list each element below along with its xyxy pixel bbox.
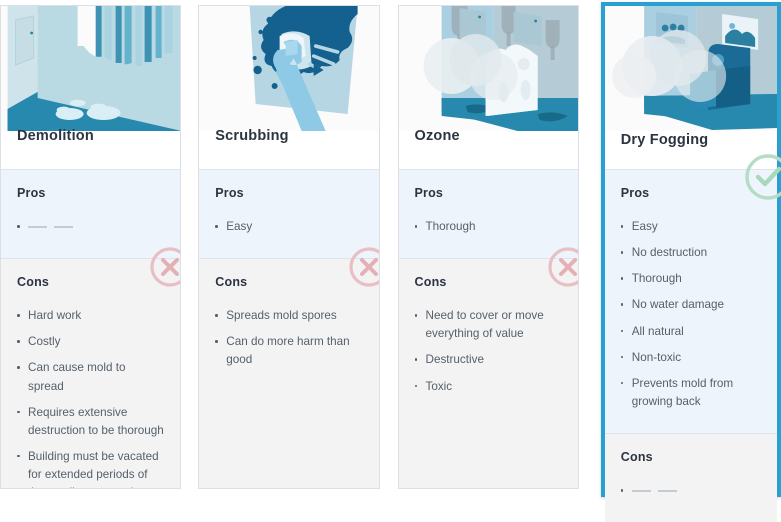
card-header-scrubbing: Scrubbing bbox=[199, 128, 379, 169]
card-title: Demolition bbox=[17, 128, 94, 144]
cons-list: Need to cover or move everything of valu… bbox=[414, 307, 562, 396]
dry-fogging-room-illustration bbox=[604, 6, 778, 131]
list-item: Spreads mold spores bbox=[215, 307, 362, 325]
comparison-card-scrubbing[interactable]: Scrubbing Pros Easy Cons Spreads mold sp… bbox=[198, 5, 380, 489]
pros-heading: Pros bbox=[17, 186, 46, 200]
list-item: Thorough bbox=[414, 218, 562, 236]
cons-section: Cons Hard work Costly Can cause mold to … bbox=[1, 247, 181, 488]
card-title: Dry Fogging bbox=[620, 132, 709, 148]
cons-heading: Cons bbox=[414, 275, 447, 290]
list-item: Hard work bbox=[17, 307, 164, 325]
list-item: Can cause mold to spread bbox=[17, 359, 164, 395]
pros-list: Easy bbox=[215, 218, 362, 236]
list-item: Destructive bbox=[414, 351, 562, 369]
comparison-card-ozone[interactable]: Ozone Pros Thorough Cons Need to cover o… bbox=[397, 5, 579, 489]
comparison-card-demolition[interactable]: Demolition Pros Cons Hard work Costly Ca… bbox=[0, 5, 182, 489]
pros-section: Pros Thorough bbox=[398, 169, 578, 259]
card-title: Ozone bbox=[414, 128, 460, 144]
list-item: No water damage bbox=[620, 296, 761, 314]
list-item: Easy bbox=[620, 218, 761, 236]
pros-section: Pros bbox=[1, 169, 181, 259]
card-header-demolition: Demolition bbox=[1, 128, 181, 169]
list-item: Need to cover or move everything of valu… bbox=[414, 307, 562, 343]
pros-heading: Pros bbox=[620, 186, 650, 200]
cons-list: Spreads mold spores Can do more harm tha… bbox=[215, 307, 362, 369]
list-item: Thorough bbox=[620, 270, 761, 288]
cons-list bbox=[620, 482, 761, 500]
scrubbing-hand-illustration bbox=[199, 6, 379, 131]
pros-list: Easy No destruction Thorough No water da… bbox=[620, 218, 761, 411]
list-item: Non-toxic bbox=[620, 349, 761, 367]
list-item: Costly bbox=[17, 333, 164, 351]
cons-section: Cons bbox=[604, 433, 778, 522]
comparison-card-board: Demolition Pros Cons Hard work Costly Ca… bbox=[0, 0, 781, 522]
card-header-ozone: Ozone bbox=[398, 128, 578, 169]
list-item: Can do more harm than good bbox=[215, 333, 362, 369]
list-item: Building must be vacated for extended pe… bbox=[17, 448, 164, 488]
list-item: Prevents mold from growing back bbox=[620, 375, 761, 411]
comparison-card-dry-fogging[interactable]: Dry Fogging Pros Easy No destruction Tho… bbox=[600, 2, 781, 522]
pros-list bbox=[17, 218, 164, 236]
demolition-room-illustration bbox=[1, 6, 181, 131]
cons-heading: Cons bbox=[215, 275, 248, 290]
list-item: All natural bbox=[620, 323, 761, 341]
list-item: Toxic bbox=[414, 378, 562, 396]
cons-list: Hard work Costly Can cause mold to sprea… bbox=[17, 307, 164, 488]
pros-heading: Pros bbox=[215, 186, 244, 200]
pros-heading: Pros bbox=[414, 186, 444, 200]
list-item: Requires extensive destruction to be tho… bbox=[17, 404, 164, 440]
cons-heading: Cons bbox=[620, 450, 653, 464]
list-item: Easy bbox=[215, 218, 362, 236]
list-item-placeholder bbox=[620, 482, 761, 500]
pros-section: Pros Easy No destruction Thorough No wat… bbox=[604, 154, 781, 433]
pros-section: Pros Easy bbox=[199, 169, 379, 259]
ozone-machine-illustration bbox=[398, 6, 578, 131]
card-title: Scrubbing bbox=[215, 128, 289, 144]
cons-heading: Cons bbox=[17, 275, 50, 290]
list-item: No destruction bbox=[620, 244, 761, 262]
cons-section: Cons Need to cover or move everything of… bbox=[398, 247, 578, 488]
cons-section: Cons Spreads mold spores Can do more har… bbox=[199, 247, 379, 488]
card-header-dry-fogging: Dry Fogging bbox=[604, 131, 778, 169]
pros-list: Thorough bbox=[414, 218, 562, 236]
list-item-placeholder bbox=[17, 218, 164, 236]
